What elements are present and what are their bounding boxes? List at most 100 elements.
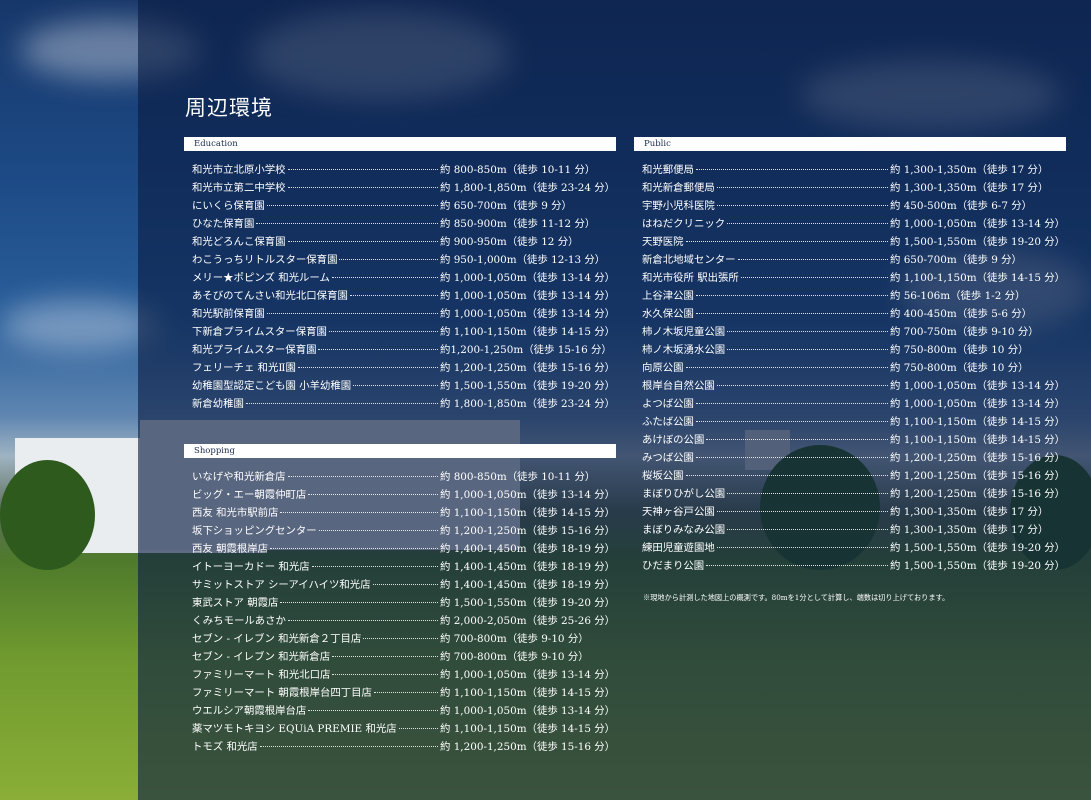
leader-dots bbox=[297, 367, 438, 368]
list-item: 西友 朝霞根岸店 約 1,400-1,450m（徒歩 18-19 分） bbox=[192, 540, 616, 558]
facility-distance: 約 1,000-1,050m（徒歩 13-14 分） bbox=[440, 489, 616, 501]
list-item: わこうっちリトルスター保育園 約 950-1,000m（徒歩 12-13 分） bbox=[192, 251, 616, 269]
list-item: 練田児童遊園地 約 1,500-1,550m（徒歩 19-20 分） bbox=[642, 539, 1066, 557]
facility-distance: 約 750-800m（徒歩 10 分） bbox=[890, 362, 1029, 374]
facility-distance: 約 1,000-1,050m（徒歩 13-14 分） bbox=[440, 290, 616, 302]
list-item: にいくら保育園 約 650-700m（徒歩 9 分） bbox=[192, 197, 616, 215]
list-item: 水久保公園 約 400-450m（徒歩 5-6 分） bbox=[642, 305, 1066, 323]
leader-dots bbox=[287, 187, 438, 188]
leader-dots bbox=[353, 385, 438, 386]
facility-name: はねだクリニック bbox=[642, 218, 726, 230]
leader-dots bbox=[695, 169, 888, 170]
list-item: 下新倉プライムスター保育園 約 1,100-1,150m（徒歩 14-15 分） bbox=[192, 323, 616, 341]
facility-name: 天野医院 bbox=[642, 236, 684, 248]
list-item: 新倉北地域センター 約 650-700m（徒歩 9 分） bbox=[642, 251, 1066, 269]
list-item: よつば公園 約 1,000-1,050m（徒歩 13-14 分） bbox=[642, 395, 1066, 413]
leader-dots bbox=[318, 530, 438, 531]
facility-name: 和光どろんこ保育園 bbox=[192, 236, 286, 248]
leader-dots bbox=[727, 331, 888, 332]
facility-distance: 約 1,000-1,050m（徒歩 13-14 分） bbox=[890, 218, 1066, 230]
facility-name: 和光市立第二中学校 bbox=[192, 182, 286, 194]
footnote: ※現地から計測した地図上の概測です。80mを1分として計算し、端数は切り上げてお… bbox=[643, 593, 950, 602]
facility-name: 和光駅前保育園 bbox=[192, 308, 265, 320]
list-item: イトーヨーカドー 和光店 約 1,400-1,450m（徒歩 18-19 分） bbox=[192, 558, 616, 576]
facility-name: あそびのてんさい和光北口保育園 bbox=[192, 290, 348, 302]
list-item: 和光駅前保育園 約 1,000-1,050m（徒歩 13-14 分） bbox=[192, 305, 616, 323]
facility-name: サミットストア シーアイハイツ和光店 bbox=[192, 579, 371, 591]
list-item: 天野医院 約 1,500-1,550m（徒歩 19-20 分） bbox=[642, 233, 1066, 251]
facility-distance: 約 1,300-1,350m（徒歩 17 分） bbox=[890, 524, 1049, 536]
facility-name: 坂下ショッピングセンター bbox=[192, 525, 317, 537]
facility-name: 向原公園 bbox=[642, 362, 684, 374]
facility-name: 西友 和光市駅前店 bbox=[192, 507, 279, 519]
list-item: 桜坂公園 約 1,200-1,250m（徒歩 15-16 分） bbox=[642, 467, 1066, 485]
list-item: 向原公園 約 750-800m（徒歩 10 分） bbox=[642, 359, 1066, 377]
leader-dots bbox=[695, 295, 888, 296]
list-item: 和光郵便局 約 1,300-1,350m（徒歩 17 分） bbox=[642, 161, 1066, 179]
leader-dots bbox=[332, 656, 438, 657]
facility-distance: 約 1,400-1,450m（徒歩 18-19 分） bbox=[440, 579, 616, 591]
facility-name: 和光郵便局 bbox=[642, 164, 694, 176]
public-section: Public 和光郵便局約 1,300-1,350m（徒歩 17 分） 和光新倉郵… bbox=[634, 137, 1066, 575]
leader-dots bbox=[311, 566, 438, 567]
list-item: サミットストア シーアイハイツ和光店 約 1,400-1,450m（徒歩 18-1… bbox=[192, 576, 616, 594]
facility-name: 水久保公園 bbox=[642, 308, 694, 320]
facility-distance: 約 1,800-1,850m（徒歩 23-24 分） bbox=[440, 398, 616, 410]
leader-dots bbox=[706, 439, 888, 440]
facility-distance: 約 1,100-1,150m（徒歩 14-15 分） bbox=[890, 434, 1066, 446]
list-item: 和光どろんこ保育園 約 900-950m（徒歩 12 分） bbox=[192, 233, 616, 251]
facility-name: 新倉北地域センター bbox=[642, 254, 736, 266]
list-item: みつば公園 約 1,200-1,250m（徒歩 15-16 分） bbox=[642, 449, 1066, 467]
facility-distance: 約 1,000-1,050m（徒歩 13-14 分） bbox=[440, 308, 616, 320]
leader-dots bbox=[372, 584, 438, 585]
list-item: 柿ノ木坂湧水公園 約 750-800m（徒歩 10 分） bbox=[642, 341, 1066, 359]
facility-distance: 約 850-900m（徒歩 11-12 分） bbox=[440, 218, 596, 230]
facility-name: まぼりひがし公園 bbox=[642, 488, 726, 500]
shopping-section: Shopping いなげや和光新倉店 約 800-850m（徒歩 10-11 分）… bbox=[184, 444, 616, 756]
list-item: フェリーチェ 和光Ⅱ園 約 1,200-1,250m（徒歩 15-16 分） bbox=[192, 359, 616, 377]
facility-name: まぼりみなみ公園 bbox=[642, 524, 726, 536]
list-item: 上谷津公園 約 56-106m（徒歩 1-2 分） bbox=[642, 287, 1066, 305]
public-header: Public bbox=[634, 137, 1066, 151]
list-item: 幼稚園型認定こども園 小羊幼稚園 約 1,500-1,550m（徒歩 19-20 … bbox=[192, 377, 616, 395]
leader-dots bbox=[287, 476, 438, 477]
facility-name: 新倉幼稚園 bbox=[192, 398, 244, 410]
leader-dots bbox=[716, 205, 888, 206]
leader-dots bbox=[716, 385, 888, 386]
facility-name: 薬マツモトキヨシ EQUiA PREMIE 和光店 bbox=[192, 723, 397, 735]
facility-name: いなげや和光新倉店 bbox=[192, 471, 286, 483]
facility-distance: 約 800-850m（徒歩 10-11 分） bbox=[440, 471, 596, 483]
list-item: まぼりみなみ公園 約 1,300-1,350m（徒歩 17 分） bbox=[642, 521, 1066, 539]
facility-distance: 約 1,200-1,250m（徒歩 15-16 分） bbox=[440, 741, 616, 753]
list-item: 和光市役所 駅出張所 約 1,100-1,150m（徒歩 14-15 分） bbox=[642, 269, 1066, 287]
leader-dots bbox=[270, 548, 438, 549]
facility-distance: 約 750-800m（徒歩 10 分） bbox=[890, 344, 1029, 356]
facility-distance: 約 1,100-1,150m（徒歩 14-15 分） bbox=[440, 326, 616, 338]
leader-dots bbox=[695, 403, 888, 404]
facility-distance: 約 800-850m（徒歩 10-11 分） bbox=[440, 164, 596, 176]
leader-dots bbox=[331, 277, 438, 278]
list-item: ふたば公園 約 1,100-1,150m（徒歩 14-15 分） bbox=[642, 413, 1066, 431]
education-header: Education bbox=[184, 137, 616, 151]
education-list: 和光市立北原小学校 約 800-850m（徒歩 10-11 分） 和光市立第二中学校… bbox=[184, 161, 616, 413]
leader-dots bbox=[398, 728, 438, 729]
facility-distance: 約 700-800m（徒歩 9-10 分） bbox=[440, 633, 589, 645]
list-item: あそびのてんさい和光北口保育園 約 1,000-1,050m（徒歩 13-14 分… bbox=[192, 287, 616, 305]
list-item: セブン - イレブン 和光新倉２丁目店 約 700-800m（徒歩 9-10 分） bbox=[192, 630, 616, 648]
facility-distance: 約 1,300-1,350m（徒歩 17 分） bbox=[890, 182, 1049, 194]
facility-name: 和光市役所 駅出張所 bbox=[642, 272, 739, 284]
facility-distance: 約 1,200-1,250m（徒歩 15-16 分） bbox=[890, 470, 1066, 482]
facility-name: 練田児童遊園地 bbox=[642, 542, 715, 554]
facility-distance: 約 1,500-1,550m（徒歩 19-20 分） bbox=[890, 560, 1066, 572]
leader-dots bbox=[245, 403, 438, 404]
facility-distance: 約 450-500m（徒歩 6-7 分） bbox=[890, 200, 1033, 212]
facility-name: 下新倉プライムスター保育園 bbox=[192, 326, 327, 338]
leader-dots bbox=[716, 187, 888, 188]
leader-dots bbox=[737, 259, 888, 260]
facility-name: 柿ノ木坂児童公園 bbox=[642, 326, 726, 338]
leader-dots bbox=[727, 223, 888, 224]
facility-name: よつば公園 bbox=[642, 398, 694, 410]
leader-dots bbox=[287, 169, 438, 170]
leader-dots bbox=[339, 259, 438, 260]
facility-name: 宇野小児科医院 bbox=[642, 200, 715, 212]
